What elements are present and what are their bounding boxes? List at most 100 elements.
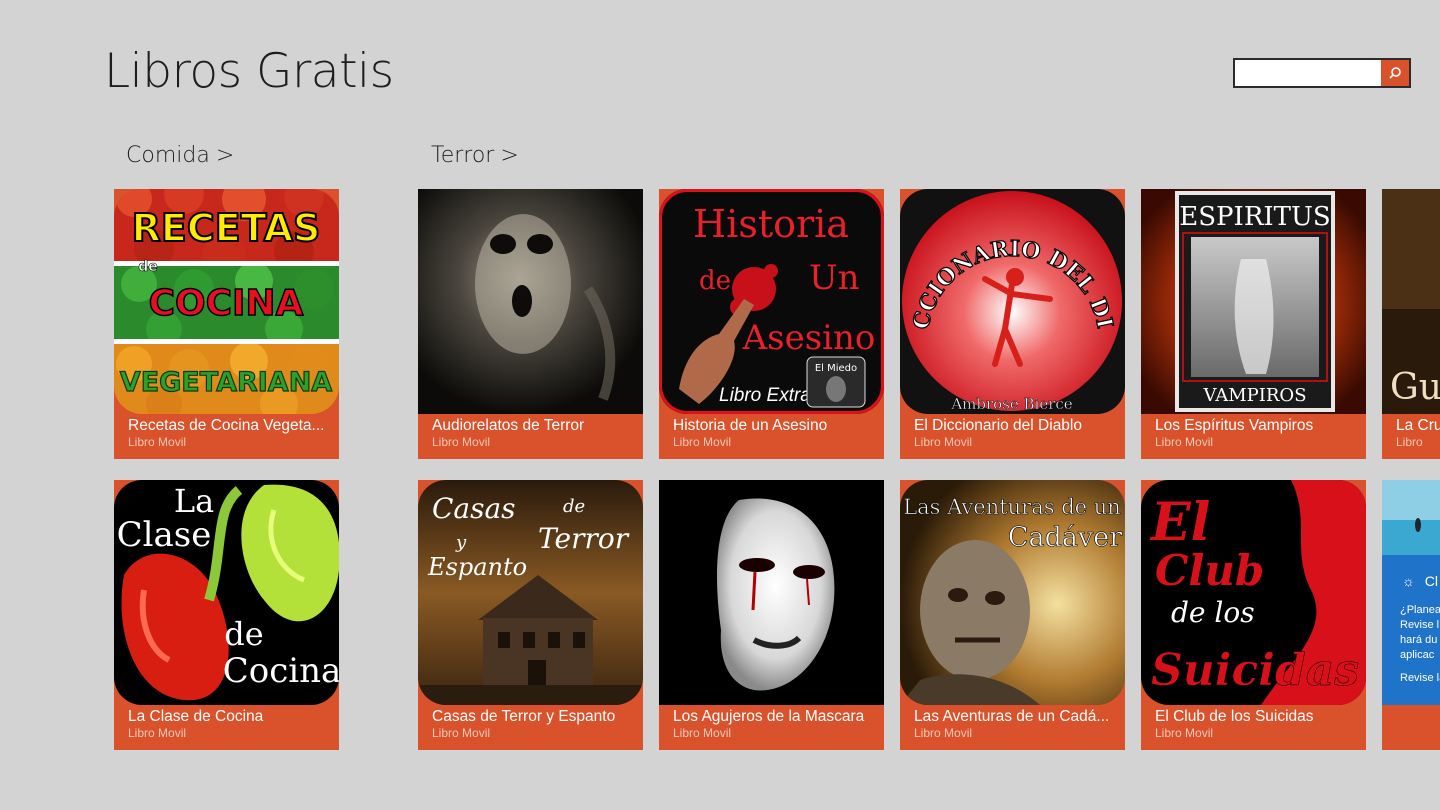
group-header-terror[interactable]: Terror > — [431, 141, 519, 171]
tile-subtitle: Libro Movil — [673, 435, 732, 449]
promo-text: hará du — [1400, 634, 1438, 646]
tile-subtitle: Libro Movil — [914, 435, 973, 449]
book-cover: Las Aventuras de un Cadáver — [900, 480, 1125, 705]
cover-text: Gusta — [1390, 367, 1440, 408]
cover-text: COCINA — [149, 283, 304, 324]
chevron-right-icon: > — [500, 143, 519, 168]
tile-title: Audiorelatos de Terror — [432, 417, 585, 434]
tile-title: Casas de Terror y Espanto — [432, 708, 616, 725]
tile-subtitle: Libro Movil — [1155, 435, 1214, 449]
book-cover: La Clase de Cocina — [114, 480, 339, 705]
book-tile-agujeros-mascara[interactable]: Los Agujeros de la Mascara Libro Movil — [659, 480, 884, 750]
cover-text: Asesino — [742, 318, 876, 358]
book-tile-recetas[interactable]: RECETAS de COCINA VEGETARIANA Recetas de… — [114, 189, 339, 459]
search-button[interactable] — [1381, 60, 1409, 86]
tile-title: La Cru — [1396, 417, 1440, 434]
book-cover: Historia de Un Asesino Libro Extra El Mi… — [659, 189, 884, 414]
tile-subtitle: Libro Movil — [1155, 726, 1214, 740]
cover-text: Club — [1155, 546, 1264, 595]
book-tile-audiorelatos[interactable]: Audiorelatos de Terror Libro Movil — [418, 189, 643, 459]
tile-title: El Club de los Suicidas — [1155, 708, 1314, 725]
tile-caption: Historia de un Asesino Libro Movil — [659, 414, 884, 459]
tile-subtitle: Libro Movil — [128, 726, 187, 740]
tile-caption: El Club de los Suicidas Libro Movil — [1141, 705, 1366, 750]
book-cover — [659, 480, 884, 705]
group-header-label: Terror — [431, 143, 495, 168]
tile-caption: La Clase de Cocina Libro Movil — [114, 705, 339, 750]
chevron-right-icon: > — [215, 143, 235, 168]
book-tile-espiritus-vampiros[interactable]: ESPIRITUS VAMPIROS Los Espíritus Vampiro… — [1141, 189, 1366, 459]
search-icon — [1389, 67, 1401, 79]
book-cover: El Club de los Suicidas — [1141, 480, 1366, 705]
tile-title: La Clase de Cocina — [128, 708, 264, 725]
book-cover: ☼ Cl ¿Planea Revise l hará du aplicac Re… — [1382, 480, 1440, 705]
tile-caption: Las Aventuras de un Cadá... Libro Movil — [900, 705, 1125, 750]
cover-text: Terror — [538, 522, 630, 555]
search-input[interactable] — [1235, 60, 1381, 86]
group-header-comida[interactable]: Comida > — [126, 141, 234, 171]
tile-subtitle: Libro Movil — [673, 726, 732, 740]
tile-subtitle: Libro Movil — [128, 435, 187, 449]
promo-link[interactable]: Revise la — [1400, 672, 1440, 684]
cover-text: El Miedo — [815, 363, 857, 374]
book-cover — [418, 189, 643, 414]
book-tile-partial-ad[interactable]: ☼ Cl ¿Planea Revise l hará du aplicac Re… — [1382, 480, 1440, 750]
cover-text: Cocina — [223, 651, 339, 691]
cover-text: de — [699, 266, 731, 296]
book-tile-aventuras-cadaver[interactable]: Las Aventuras de un Cadáver Las Aventura… — [900, 480, 1125, 750]
cover-text: VAMPIROS — [1202, 385, 1306, 406]
cover-text: El — [1149, 492, 1210, 553]
tile-caption: El Diccionario del Diablo Libro Movil — [900, 414, 1125, 459]
tile-subtitle: Libro Movil — [432, 435, 491, 449]
tile-title: Los Espíritus Vampiros — [1155, 417, 1314, 434]
cover-text: de — [224, 615, 263, 653]
book-tile-diccionario-diablo[interactable]: EL DICCIONARIO DEL DIABLO Ambrose Bierce… — [900, 189, 1125, 459]
book-tile-partial-la-cru[interactable]: Gusta La Cru Libro — [1382, 189, 1440, 459]
promo-heading: Cl — [1424, 573, 1438, 589]
cover-text: de los — [1171, 596, 1255, 629]
book-tile-clase-de-cocina[interactable]: La Clase de Cocina La Clase de Cocina Li… — [114, 480, 339, 750]
cover-text: Espanto — [427, 553, 527, 581]
tile-caption: Los Espíritus Vampiros Libro Movil — [1141, 414, 1366, 459]
promo-text: ¿Planea — [1400, 604, 1440, 616]
page-title: Libros Gratis — [104, 44, 394, 99]
cover-text: Suicidas — [1151, 645, 1359, 696]
promo-panel: ☼ Cl ¿Planea Revise l hará du aplicac Re… — [1382, 555, 1440, 705]
cover-text: Cadáver — [1008, 522, 1122, 553]
cover-text: Ambrose Bierce — [950, 395, 1072, 413]
book-cover: Gusta — [1382, 189, 1440, 414]
search-box — [1233, 58, 1411, 88]
tile-title: El Diccionario del Diablo — [914, 417, 1082, 434]
book-tile-historia-asesino[interactable]: Historia de Un Asesino Libro Extra El Mi… — [659, 189, 884, 459]
tile-subtitle: Libro Movil — [432, 726, 491, 740]
cover-text: Historia — [693, 202, 849, 246]
tile-caption: La Cru Libro — [1382, 414, 1440, 459]
cover-text: RECETAS — [132, 206, 321, 250]
book-cover: RECETAS de COCINA VEGETARIANA — [114, 189, 339, 414]
tile-caption: Audiorelatos de Terror Libro Movil — [418, 414, 643, 459]
tile-title: Los Agujeros de la Mascara — [673, 708, 865, 725]
book-cover: Casas de y Terror Espanto — [418, 480, 643, 705]
book-tile-club-suicidas[interactable]: El Club de los Suicidas El Club de los S… — [1141, 480, 1366, 750]
tile-subtitle: Libro — [1396, 435, 1423, 449]
tile-title: Historia de un Asesino — [673, 417, 828, 434]
tile-caption: Los Agujeros de la Mascara Libro Movil — [659, 705, 884, 750]
tile-subtitle: Libro Movil — [914, 726, 973, 740]
sun-icon: ☼ — [1402, 573, 1415, 589]
book-cover: ESPIRITUS VAMPIROS — [1141, 189, 1366, 414]
cover-text: Libro Extra — [719, 385, 811, 406]
app-window: Libros Gratis Comida > Terror > RECETAS … — [0, 0, 1440, 810]
book-cover: EL DICCIONARIO DEL DIABLO Ambrose Bierce — [900, 189, 1125, 414]
cover-text: VEGETARIANA — [120, 367, 332, 398]
tile-caption: Casas de Terror y Espanto Libro Movil — [418, 705, 643, 750]
cover-text: Casas — [432, 492, 516, 525]
promo-text: Revise l — [1400, 619, 1440, 631]
tile-title: Las Aventuras de un Cadá... — [914, 708, 1110, 725]
tile-caption — [1382, 705, 1440, 750]
cover-text: ESPIRITUS — [1179, 202, 1330, 232]
promo-text: aplicac — [1400, 649, 1435, 661]
group-header-label: Comida — [126, 143, 210, 168]
cover-text: y — [455, 532, 467, 553]
book-tile-casas-de-terror[interactable]: Casas de y Terror Espanto Casas de Terro… — [418, 480, 643, 750]
cover-text: de — [563, 496, 585, 517]
